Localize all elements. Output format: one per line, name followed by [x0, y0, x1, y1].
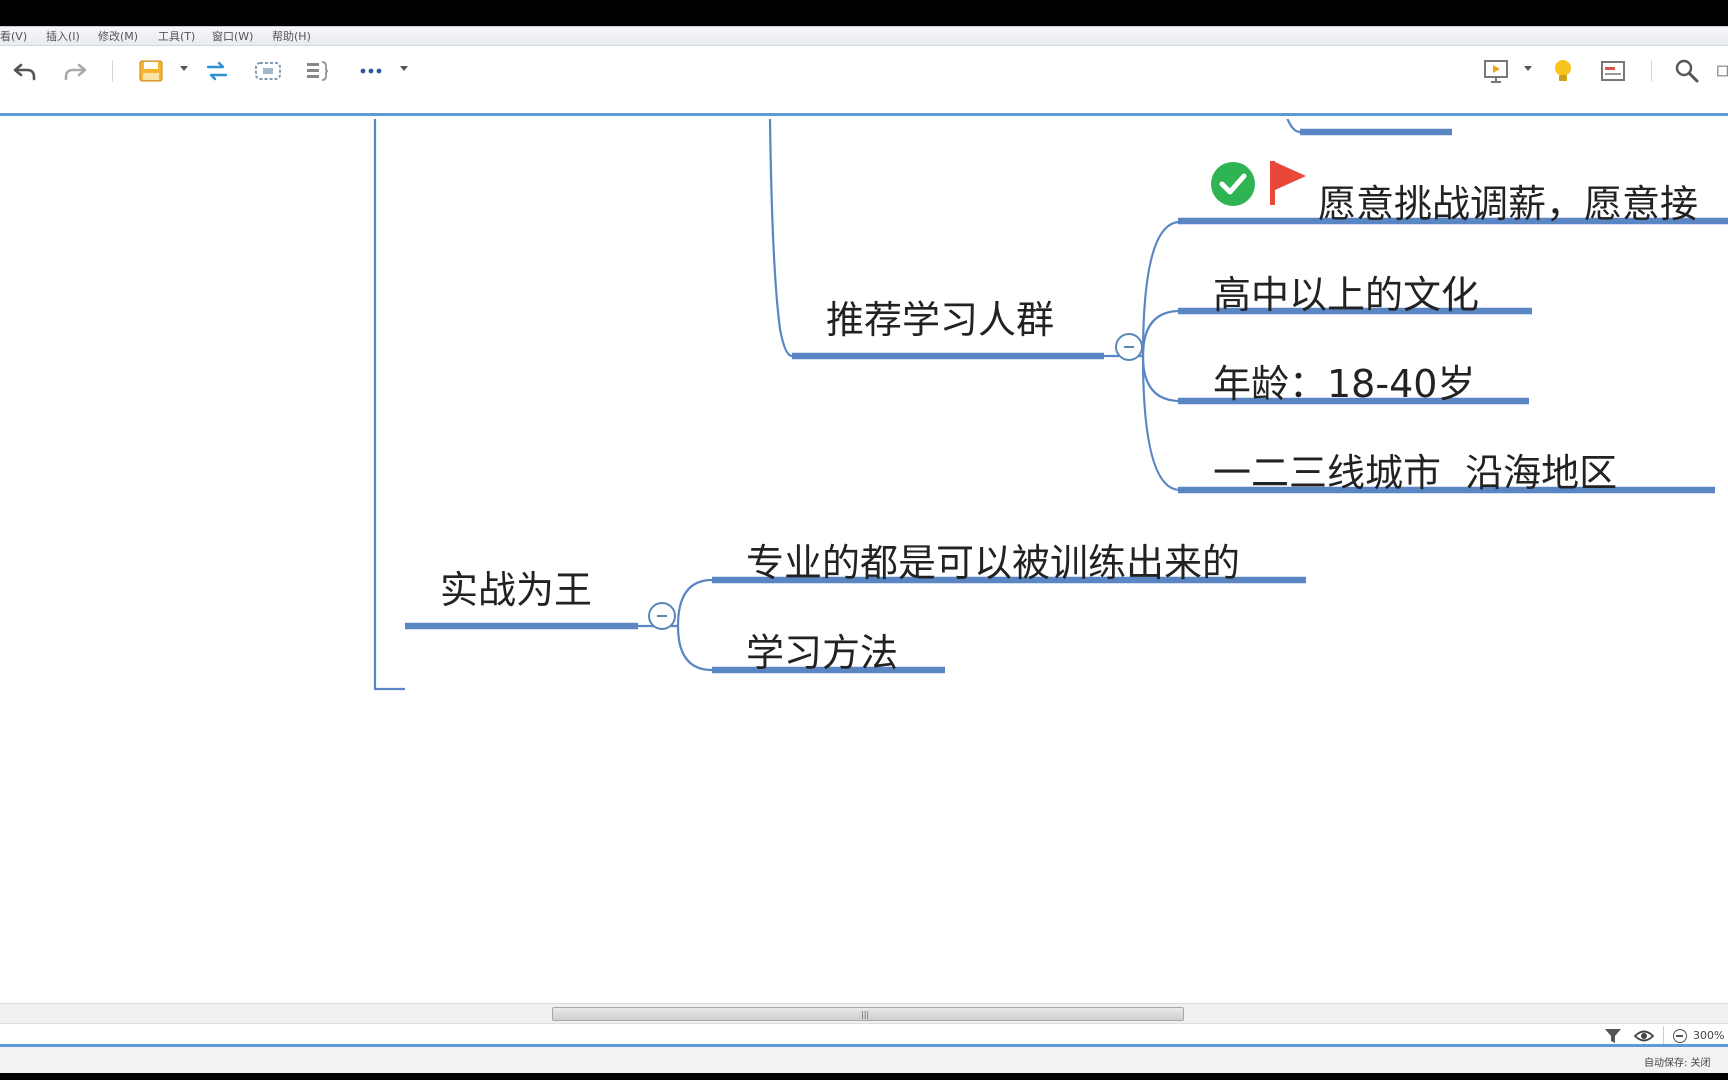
group2-child1-connector: [676, 578, 713, 627]
more-dropdown-caret[interactable]: [400, 66, 408, 71]
partial-topic-label[interactable]: 遇上: [1333, 119, 1409, 125]
presentation-icon[interactable]: [1480, 56, 1512, 86]
trunk-connector: [373, 119, 405, 691]
toolbar-separator: [112, 60, 113, 82]
status-bar: 300%: [0, 1023, 1728, 1047]
bottom-status-bar: 自动保存: 关闭: [0, 1047, 1728, 1073]
mindmap-canvas[interactable]: 遇上 推荐学习人群 愿意挑战调薪，愿意接 高中以上的文化 年龄：18-40岁 一…: [0, 119, 1728, 1003]
group1-connector: [768, 119, 793, 358]
autosave-status[interactable]: 自动保存: 关闭: [1644, 1054, 1711, 1069]
topic-learning-method[interactable]: 学习方法: [746, 631, 898, 675]
group2-child2-connector: [676, 625, 713, 672]
toolbar-overflow-icon[interactable]: [1716, 56, 1728, 86]
check-marker-icon[interactable]: [1210, 161, 1256, 207]
flag-marker-icon[interactable]: [1268, 159, 1308, 207]
scrollbar-grip-icon: |||: [861, 1010, 870, 1019]
menu-modify[interactable]: 修改(M): [98, 30, 138, 43]
zoom-level[interactable]: 300%: [1693, 1029, 1724, 1042]
collapse-button-group1[interactable]: [1115, 333, 1143, 361]
boundary-icon[interactable]: [252, 56, 284, 86]
zoom-out-icon[interactable]: [1673, 1029, 1687, 1043]
menu-window[interactable]: 窗口(W): [212, 30, 253, 43]
presentation-dropdown-caret[interactable]: [1524, 66, 1532, 71]
topic-recommended-learners[interactable]: 推荐学习人群: [826, 298, 1054, 342]
redo-icon[interactable]: [60, 56, 90, 86]
menu-bar: 看(V) 插入(I) 修改(M) 工具(T) 窗口(W) 帮助(H): [0, 26, 1728, 46]
menu-insert[interactable]: 插入(I): [46, 30, 80, 43]
menu-view[interactable]: 看(V): [0, 30, 27, 43]
lightbulb-icon[interactable]: [1548, 56, 1578, 86]
group1-child4-connector: [1141, 355, 1181, 492]
topic-high-school-education[interactable]: 高中以上的文化: [1213, 273, 1479, 317]
horizontal-scrollbar[interactable]: |||: [0, 1003, 1728, 1023]
toolbar-separator: [1651, 60, 1652, 82]
save-icon[interactable]: [136, 56, 166, 86]
eye-icon[interactable]: [1633, 1028, 1655, 1044]
more-icon[interactable]: [356, 56, 386, 86]
topic-professional-trainable[interactable]: 专业的都是可以被训练出来的: [746, 541, 1240, 585]
filter-icon[interactable]: [1604, 1028, 1622, 1044]
panel-icon[interactable]: [1597, 56, 1629, 86]
title-bar: [0, 0, 1728, 26]
topic-link-icon[interactable]: [202, 56, 232, 86]
group1-child3-connector: [1141, 355, 1181, 403]
topic-cities-region[interactable]: 一二三线城市 沿海地区: [1213, 451, 1617, 495]
undo-icon[interactable]: [10, 56, 40, 86]
group1-child1-connector: [1141, 220, 1181, 357]
partial-topic-connector: [1286, 119, 1301, 134]
toolbar: [0, 46, 1728, 116]
save-dropdown-caret[interactable]: [180, 66, 188, 71]
summary-icon[interactable]: [302, 56, 332, 86]
menu-tools[interactable]: 工具(T): [158, 30, 195, 43]
menu-help[interactable]: 帮助(H): [272, 30, 311, 43]
screen-border: [0, 1073, 1728, 1080]
app-window: 看(V) 插入(I) 修改(M) 工具(T) 窗口(W) 帮助(H) 推荐学习人…: [0, 0, 1728, 1080]
group1-child2-connector: [1141, 309, 1181, 357]
search-icon[interactable]: [1672, 56, 1702, 86]
topic-willing-to-challenge[interactable]: 愿意挑战调薪，愿意接: [1318, 182, 1698, 226]
scrollbar-thumb[interactable]: |||: [552, 1007, 1184, 1021]
collapse-button-group2[interactable]: [648, 602, 676, 630]
topic-practice-is-king[interactable]: 实战为王: [440, 568, 592, 612]
topic-age-range[interactable]: 年龄：18-40岁: [1213, 362, 1475, 406]
status-separator: [1663, 1026, 1664, 1044]
